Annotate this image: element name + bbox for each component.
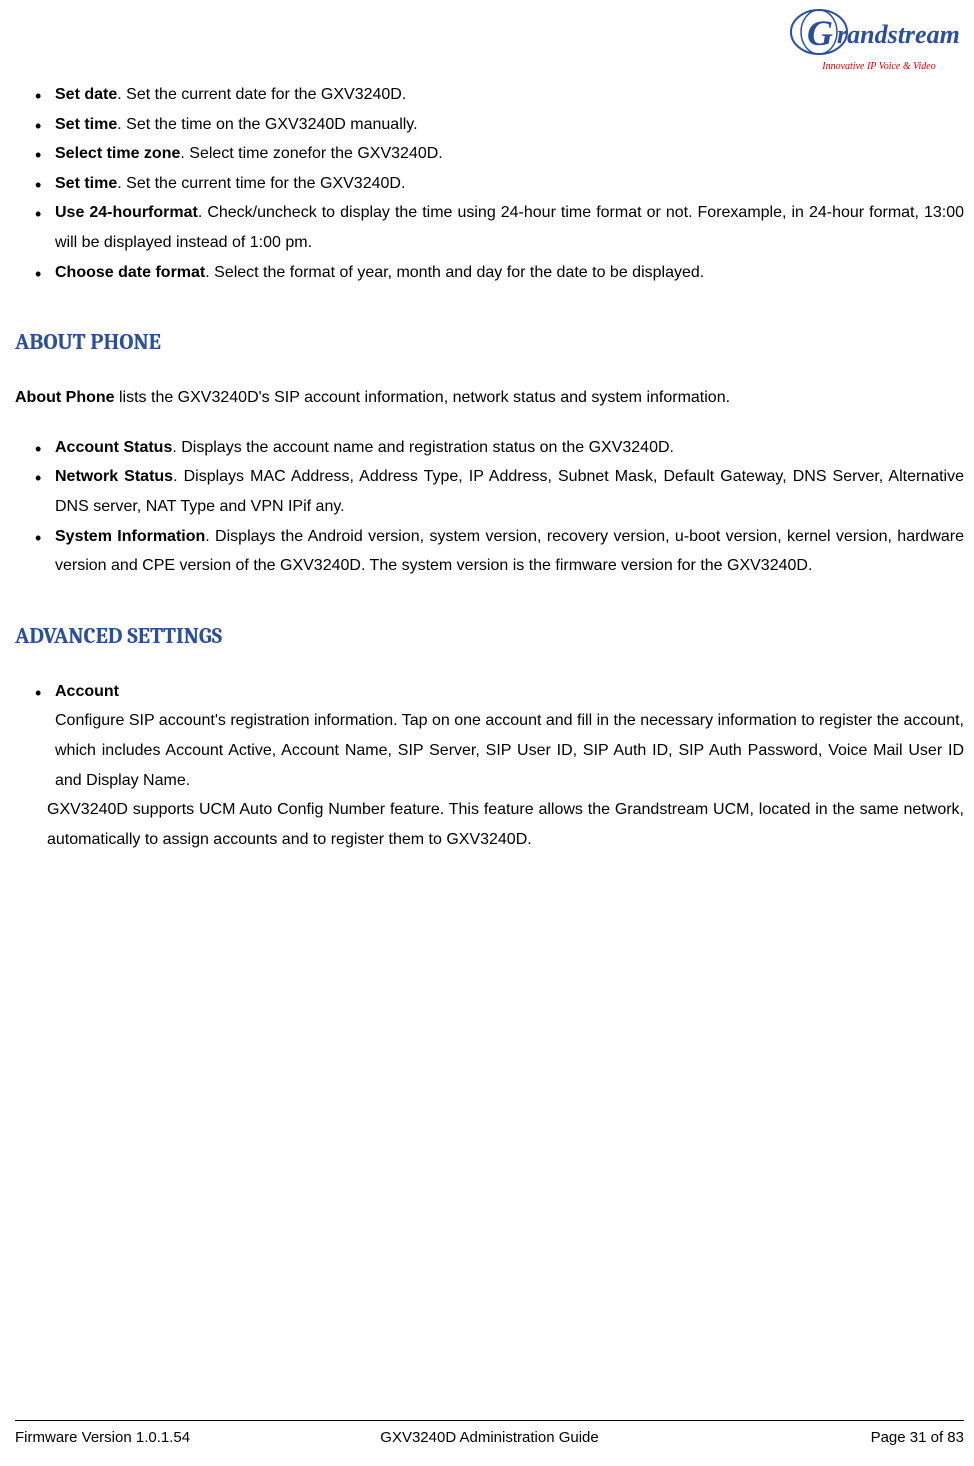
list-item: Use 24-hourformat. Check/uncheck to disp… xyxy=(35,198,964,257)
settings-list-1: Set date. Set the current date for the G… xyxy=(15,80,964,287)
list-item: Choose date format. Select the format of… xyxy=(35,258,964,288)
list-term: Set time xyxy=(55,116,117,133)
list-term: Network Status xyxy=(55,468,173,485)
page-content: Set date. Set the current date for the G… xyxy=(15,80,964,854)
brand-tagline: Innovative IP Voice & Video xyxy=(789,61,969,72)
list-item: Set time. Set the current time for the G… xyxy=(35,169,964,199)
heading-about-phone: ABOUT PHONE xyxy=(15,329,964,355)
list-desc: . Set the current date for the GXV3240D. xyxy=(117,86,406,103)
list-item: Account Status. Displays the account nam… xyxy=(35,433,964,463)
svg-text:G: G xyxy=(807,13,833,53)
list-term: Set time xyxy=(55,175,117,192)
list-desc: . Displays MAC Address, Address Type, IP… xyxy=(55,468,964,515)
list-term: System Information xyxy=(55,528,205,545)
list-desc: . Set the time on the GXV3240D manually. xyxy=(117,116,417,133)
grandstream-logo-icon: G randstream xyxy=(789,5,969,60)
svg-text:randstream: randstream xyxy=(837,20,960,49)
page-footer: Firmware Version 1.0.1.54 GXV3240D Admin… xyxy=(15,1429,964,1446)
about-phone-intro: About Phone lists the GXV3240D's SIP acc… xyxy=(15,383,964,413)
list-item: Account Configure SIP account's registra… xyxy=(35,677,964,795)
footer-page-number: Page 31 of 83 xyxy=(871,1429,964,1446)
footer-firmware-version: Firmware Version 1.0.1.54 xyxy=(15,1429,190,1446)
list-term: Set date xyxy=(55,86,117,103)
list-term: Use 24-hourformat xyxy=(55,204,198,221)
list-desc: . Select time zonefor the GXV3240D. xyxy=(180,145,442,162)
list-desc: . Select the format of year, month and d… xyxy=(205,264,704,281)
list-desc: . Set the current time for the GXV3240D. xyxy=(117,175,405,192)
list-item: Select time zone. Select time zonefor th… xyxy=(35,139,964,169)
list-body: Configure SIP account's registration inf… xyxy=(55,706,964,795)
list-item: System Information. Displays the Android… xyxy=(35,522,964,581)
list-term: Select time zone xyxy=(55,145,180,162)
advanced-settings-list: Account Configure SIP account's registra… xyxy=(15,677,964,795)
list-item: Set time. Set the time on the GXV3240D m… xyxy=(35,110,964,140)
extra-paragraph: GXV3240D supports UCM Auto Config Number… xyxy=(15,795,964,854)
list-item: Set date. Set the current date for the G… xyxy=(35,80,964,110)
brand-logo: G randstream Innovative IP Voice & Video xyxy=(789,5,969,72)
list-term: Choose date format xyxy=(55,264,205,281)
list-desc: . Displays the account name and registra… xyxy=(172,439,674,456)
intro-rest: lists the GXV3240D's SIP account informa… xyxy=(115,389,731,406)
list-term: Account xyxy=(55,677,964,707)
intro-bold: About Phone xyxy=(15,389,115,406)
footer-divider xyxy=(15,1420,964,1421)
list-item: Network Status. Displays MAC Address, Ad… xyxy=(35,462,964,521)
list-term: Account Status xyxy=(55,439,172,456)
heading-advanced-settings: ADVANCED SETTINGS xyxy=(15,623,964,649)
footer-doc-title: GXV3240D Administration Guide xyxy=(380,1429,598,1446)
about-phone-list: Account Status. Displays the account nam… xyxy=(15,433,964,581)
